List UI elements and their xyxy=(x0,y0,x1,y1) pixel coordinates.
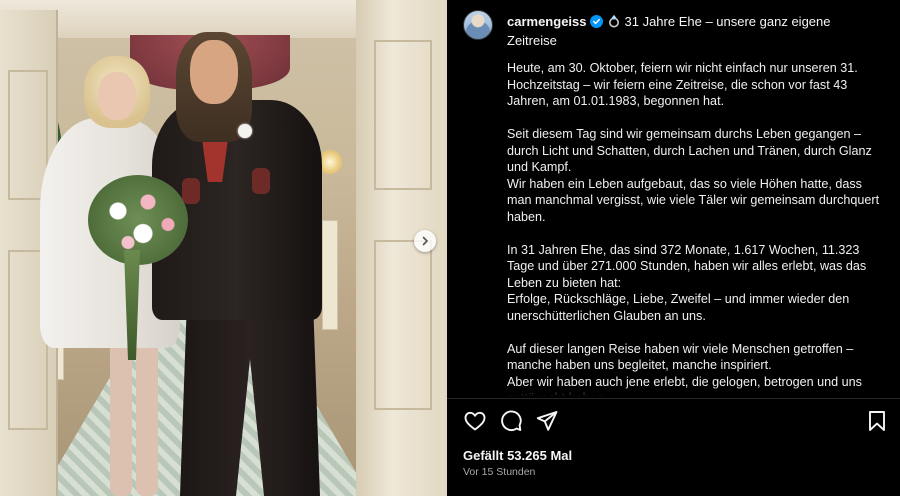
caption-title-line: carmengeiss 31 Jahre Ehe – unsere ganz ei… xyxy=(507,13,867,49)
verified-badge-icon xyxy=(589,15,603,28)
likes-count[interactable]: Gefällt 53.265 Mal xyxy=(463,448,572,463)
post-details-panel: carmengeiss 31 Jahre Ehe – unsere ganz ei… xyxy=(447,0,900,496)
photo-bride-face xyxy=(98,72,136,120)
ring-emoji-icon xyxy=(607,14,621,32)
share-button[interactable] xyxy=(535,409,559,433)
caption-paragraph: Wir haben ein Leben aufgebaut, das so vi… xyxy=(507,176,880,224)
caption-header: carmengeiss 31 Jahre Ehe – unsere ganz ei… xyxy=(463,10,883,49)
post-actions xyxy=(463,409,893,435)
comment-icon xyxy=(501,410,522,432)
carousel-next-button[interactable] xyxy=(414,230,436,252)
post-timestamp[interactable]: Vor 15 Stunden xyxy=(463,466,535,478)
comment-button[interactable] xyxy=(499,409,523,433)
caption-body: Heute, am 30. Oktober, feiern wir nicht … xyxy=(507,60,887,396)
username-link[interactable]: carmengeiss xyxy=(507,14,587,29)
photo-boutonniere xyxy=(238,124,252,138)
paper-plane-icon xyxy=(536,411,558,431)
photo-pew xyxy=(322,220,338,330)
like-button[interactable] xyxy=(463,409,487,433)
photo-groom-face xyxy=(190,40,238,104)
actions-divider xyxy=(447,398,900,399)
instagram-post: carmengeiss 31 Jahre Ehe – unsere ganz ei… xyxy=(0,0,900,496)
photo-groom-cuff xyxy=(182,178,200,204)
caption-paragraph: Heute, am 30. Oktober, feiern wir nicht … xyxy=(507,61,858,108)
heart-icon xyxy=(464,411,486,431)
photo-groom-cuff xyxy=(252,168,270,194)
post-photo[interactable] xyxy=(0,0,447,496)
caption-paragraph: Auf dieser langen Reise haben wir viele … xyxy=(507,341,854,373)
caption-paragraph: Seit diesem Tag sind wir gemeinsam durch… xyxy=(507,127,872,174)
chevron-right-icon xyxy=(422,236,428,246)
avatar[interactable] xyxy=(463,10,493,40)
photo-bride-leg xyxy=(136,330,158,496)
caption-paragraph: In 31 Jahren Ehe, das sind 372 Monate, 1… xyxy=(507,242,867,290)
caption-fade xyxy=(507,386,887,396)
save-button[interactable] xyxy=(865,409,889,433)
caption-paragraph: Erfolge, Rückschläge, Liebe, Zweifel – u… xyxy=(507,292,850,323)
bookmark-icon xyxy=(869,411,885,431)
